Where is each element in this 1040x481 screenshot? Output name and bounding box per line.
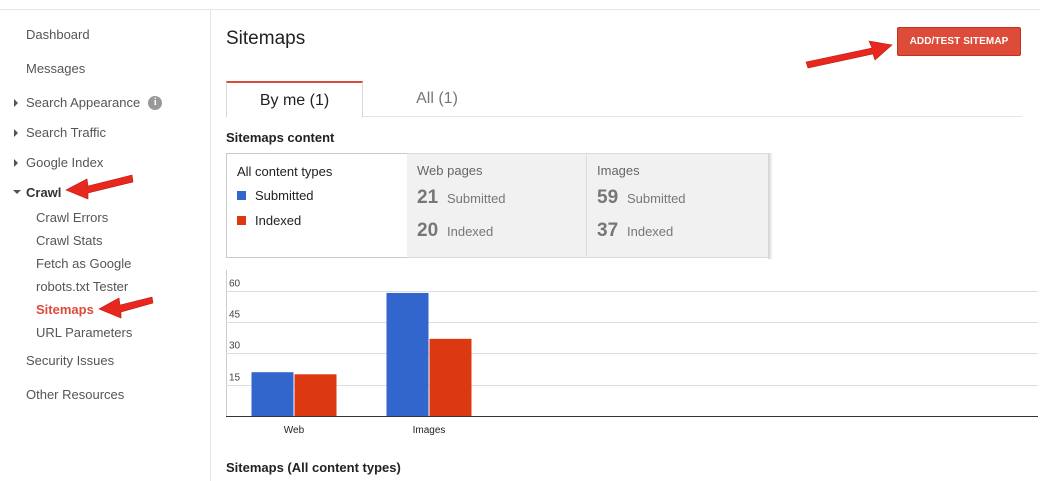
- submitted-swatch-icon: [237, 191, 246, 200]
- arrow-to-crawl-icon: [65, 174, 134, 200]
- legend-label: Indexed: [255, 213, 302, 228]
- indexed-swatch-icon: [237, 216, 246, 225]
- content-type-title: All content types: [237, 164, 333, 179]
- legend-submitted: Submitted: [237, 188, 314, 203]
- legend-indexed: Indexed: [237, 213, 301, 228]
- annotation-arrows: [65, 40, 893, 319]
- content-type-all[interactable]: All content types Submitted Indexed: [226, 153, 407, 258]
- arrow-to-sitemaps-icon: [98, 296, 154, 319]
- arrow-to-add-button-icon: [805, 40, 893, 69]
- legend-label: Submitted: [255, 188, 314, 203]
